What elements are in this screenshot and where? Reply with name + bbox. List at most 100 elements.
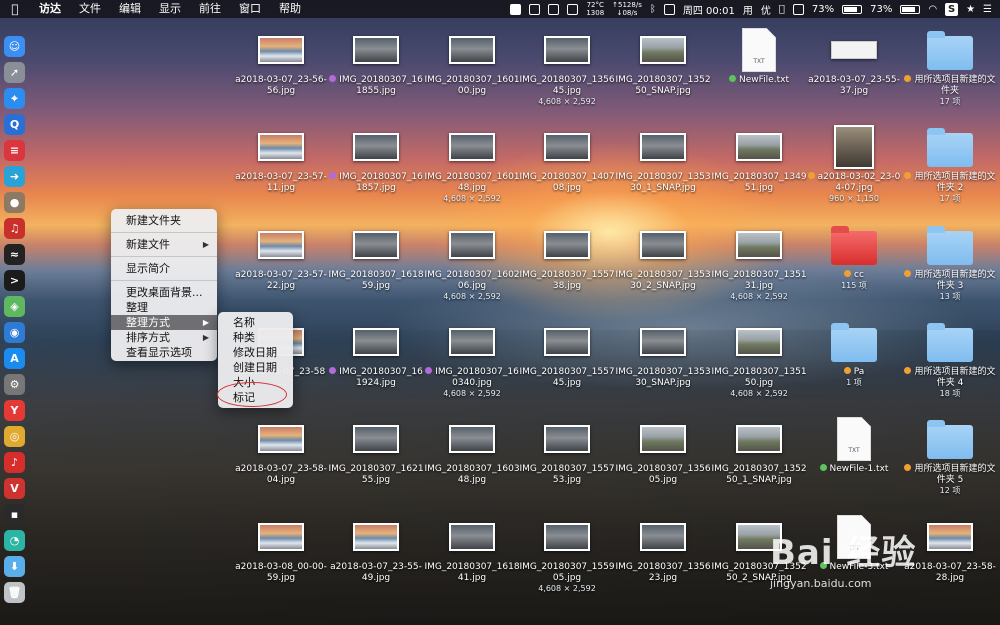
desktop-item[interactable]: IMG_20180307_135330_1_SNAP.jpg	[615, 125, 711, 194]
tag-dot-icon	[844, 270, 852, 277]
submenu-arrow-icon: ▶	[202, 333, 209, 342]
item-label-row: a2018-03-07_23-58-28.jpg	[902, 562, 998, 584]
desktop-item[interactable]: IMG_20180307_155745.jpg	[519, 320, 615, 389]
item-thumbnail	[233, 417, 329, 461]
desktop-item[interactable]: IMG_20180307_135330_SNAP.jpg	[615, 320, 711, 389]
item-filename: cc	[854, 270, 864, 280]
desktop-item[interactable]: Pa 1 项	[806, 320, 902, 388]
desktop-item[interactable]: a2018-03-02_23-04-07.jpg 960 × 1,150	[806, 125, 902, 204]
desktop-item[interactable]: IMG_20180307_160340.jpg 4,608 × 2,592	[424, 320, 520, 399]
menu-item-new-file[interactable]: 新建文件 ▶	[111, 237, 217, 252]
item-label-row: IMG_20180307_140708.jpg	[519, 172, 615, 194]
submenu-item-size[interactable]: 大小	[218, 375, 293, 390]
menu-item-clean-up[interactable]: 整理	[111, 300, 217, 315]
item-thumbnail	[233, 223, 329, 267]
desktop-item[interactable]: 用所选项目新建的文件夹 2 17 项	[902, 125, 998, 204]
desktop-item[interactable]: IMG_20180307_135250_1_SNAP.jpg	[711, 417, 807, 486]
desktop-item[interactable]: IMG_20180307_161855.jpg	[328, 28, 424, 97]
item-label-row: IMG_20180307_160206.jpg	[424, 270, 520, 292]
desktop-item[interactable]: IMG_20180307_160100.jpg	[424, 28, 520, 97]
item-label-row: IMG_20180307_160340.jpg	[424, 367, 520, 389]
item-meta: 12 项	[939, 486, 961, 495]
tag-dot-icon	[329, 75, 337, 82]
image-thumbnail	[353, 425, 399, 453]
submenu-item-date-created[interactable]: 创建日期	[218, 360, 293, 375]
desktop-item[interactable]: TXT NewFile-3.txt	[806, 515, 902, 573]
desktop-item[interactable]: IMG_20180307_161857.jpg	[328, 125, 424, 194]
item-filename: IMG_20180307_140708.jpg	[519, 172, 615, 193]
desktop-item[interactable]: 用所选项目新建的文件夹 5 12 项	[902, 417, 998, 496]
desktop-item[interactable]: IMG_20180307_161859.jpg	[328, 223, 424, 292]
submenu-item-name[interactable]: 名称	[218, 315, 293, 330]
desktop-item[interactable]: IMG_20180307_160148.jpg 4,608 × 2,592	[424, 125, 520, 204]
menu-item-get-info[interactable]: 显示简介	[111, 261, 217, 276]
image-thumbnail	[640, 328, 686, 356]
tag-dot-icon	[843, 367, 851, 374]
item-label-row: a2018-03-08_00-00-59.jpg	[233, 562, 329, 584]
item-thumbnail	[615, 28, 711, 72]
menu-item-label: 排序方式	[126, 331, 170, 344]
desktop-item[interactable]: 用所选项目新建的文件夹 17 项	[902, 28, 998, 107]
item-meta: 4,608 × 2,592	[538, 584, 596, 593]
desktop-item[interactable]: IMG_20180307_162155.jpg	[328, 417, 424, 486]
desktop-item[interactable]: a2018-03-07_23-55-37.jpg	[806, 28, 902, 97]
menu-item-new-folder[interactable]: 新建文件夹	[111, 213, 217, 228]
folder-icon	[927, 226, 973, 265]
desktop-item[interactable]: a2018-03-07_23-56-56.jpg	[233, 28, 329, 97]
item-label-row: IMG_20180307_135645.jpg	[519, 75, 615, 97]
desktop-item[interactable]: IMG_20180307_135623.jpg	[615, 515, 711, 584]
item-meta: 13 项	[939, 292, 961, 301]
desktop-item[interactable]: 用所选项目新建的文件夹 3 13 项	[902, 223, 998, 302]
desktop-item[interactable]: TXT NewFile-1.txt	[806, 417, 902, 475]
desktop-item[interactable]: IMG_20180307_160348.jpg	[424, 417, 520, 486]
desktop-item[interactable]: a2018-03-07_23-58-28.jpg	[902, 515, 998, 584]
image-thumbnail	[736, 425, 782, 453]
image-thumbnail	[544, 523, 590, 551]
item-filename: a2018-03-07_23-57-22.jpg	[235, 270, 327, 291]
desktop-item[interactable]: a2018-03-07_23-57-11.jpg	[233, 125, 329, 194]
desktop-item[interactable]: IMG_20180307_155753.jpg	[519, 417, 615, 486]
desktop-item[interactable]: IMG_20180307_135150.jpg 4,608 × 2,592	[711, 320, 807, 399]
desktop-item[interactable]: IMG_20180307_135250_SNAP.jpg	[615, 28, 711, 97]
desktop-item[interactable]: a2018-03-07_23-57-22.jpg	[233, 223, 329, 292]
desktop-item[interactable]: IMG_20180307_135645.jpg 4,608 × 2,592	[519, 28, 615, 107]
desktop-item[interactable]: 用所选项目新建的文件夹 4 18 项	[902, 320, 998, 399]
item-filename: IMG_20180307_135250_2_SNAP.jpg	[711, 562, 807, 583]
menu-item-clean-up-by[interactable]: 整理方式 ▶	[111, 315, 217, 330]
desktop-item[interactable]: IMG_20180307_140708.jpg	[519, 125, 615, 194]
image-thumbnail	[258, 523, 304, 551]
desktop-item[interactable]: IMG_20180307_160206.jpg 4,608 × 2,592	[424, 223, 520, 302]
submenu-item-date-modified[interactable]: 修改日期	[218, 345, 293, 360]
desktop-item[interactable]: cc 115 项	[806, 223, 902, 291]
menu-item-sort-by[interactable]: 排序方式 ▶	[111, 330, 217, 345]
image-thumbnail	[258, 425, 304, 453]
item-label-row: IMG_20180307_161841.jpg	[424, 562, 520, 584]
item-label-row: IMG_20180307_155745.jpg	[519, 367, 615, 389]
menu-item-change-background[interactable]: 更改桌面背景...	[111, 285, 217, 300]
desktop-item[interactable]: a2018-03-07_23-55-49.jpg	[328, 515, 424, 584]
submenu-item-tags[interactable]: 标记	[218, 390, 293, 405]
tag-dot-icon	[819, 562, 827, 569]
image-thumbnail	[736, 328, 782, 356]
desktop-item[interactable]: IMG_20180307_135250_2_SNAP.jpg	[711, 515, 807, 584]
desktop-item[interactable]: a2018-03-07_23-58-04.jpg	[233, 417, 329, 486]
desktop-item[interactable]: IMG_20180307_155905.jpg 4,608 × 2,592	[519, 515, 615, 594]
desktop-item[interactable]: IMG_20180307_155738.jpg	[519, 223, 615, 292]
item-filename: IMG_20180307_160340.jpg	[435, 367, 519, 388]
image-thumbnail	[927, 523, 973, 551]
desktop-item[interactable]: IMG_20180307_135330_2_SNAP.jpg	[615, 223, 711, 292]
desktop-item[interactable]: IMG_20180307_161924.jpg	[328, 320, 424, 389]
desktop-item[interactable]: TXT NewFile.txt	[711, 28, 807, 86]
desktop-item[interactable]: IMG_20180307_161841.jpg	[424, 515, 520, 584]
item-label-row: NewFile.txt	[711, 75, 807, 86]
desktop-item[interactable]: IMG_20180307_134951.jpg	[711, 125, 807, 194]
item-thumbnail	[806, 125, 902, 169]
submenu-item-kind[interactable]: 种类	[218, 330, 293, 345]
text-file-icon: TXT	[837, 515, 871, 559]
desktop-item[interactable]: IMG_20180307_135605.jpg	[615, 417, 711, 486]
item-meta: 18 项	[939, 389, 961, 398]
desktop-item[interactable]: IMG_20180307_135131.jpg 4,608 × 2,592	[711, 223, 807, 302]
desktop-item[interactable]: a2018-03-08_00-00-59.jpg	[233, 515, 329, 584]
menu-item-view-options[interactable]: 查看显示选项	[111, 345, 217, 360]
item-thumbnail	[711, 320, 807, 364]
